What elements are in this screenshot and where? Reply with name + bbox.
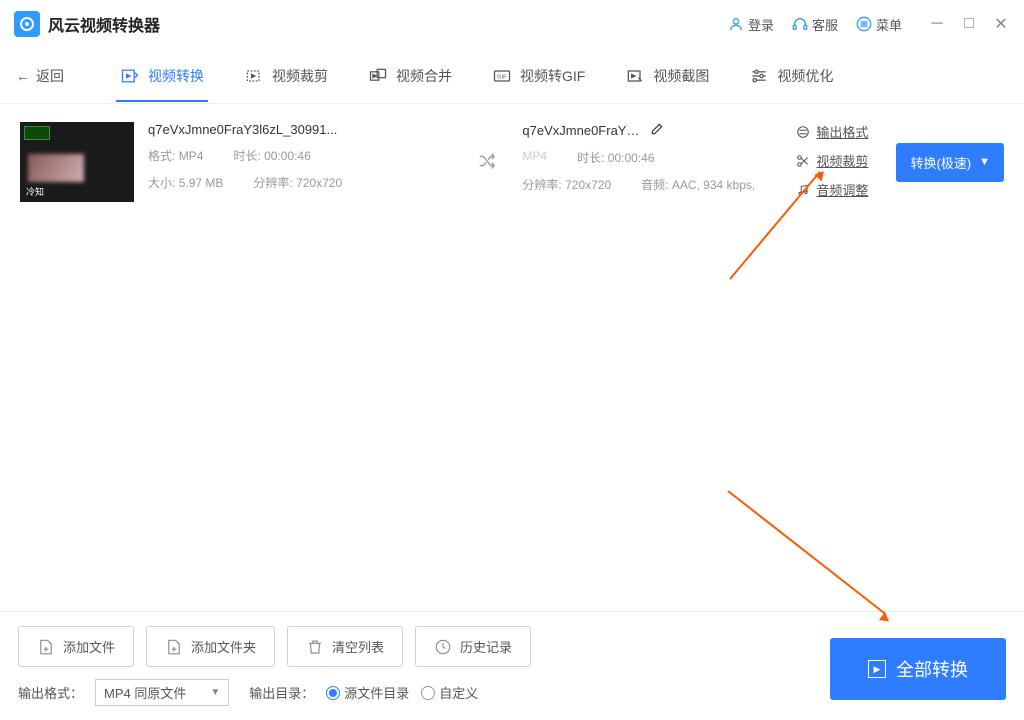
titlebar-right: 登录 客服 菜单 ─ □ ✕	[728, 15, 1010, 34]
titlebar-left: 风云视频转换器	[14, 11, 160, 37]
app-title: 风云视频转换器	[48, 12, 160, 36]
menu-label: 菜单	[876, 15, 902, 34]
output-dir-label: 输出目录：	[249, 683, 314, 702]
back-button[interactable]: ← 返回	[16, 66, 64, 86]
file-item-row: 冷知 q7eVxJmne0FraY3l6zL_30991... 格式: MP4 …	[0, 104, 1024, 220]
edit-name-button[interactable]	[650, 122, 664, 139]
output-format-link[interactable]: 输出格式	[796, 122, 868, 141]
login-label: 登录	[748, 15, 774, 34]
window-controls: ─ □ ✕	[928, 15, 1010, 33]
add-folder-button[interactable]: 添加文件夹	[146, 626, 275, 667]
tab-label: 视频转GIF	[520, 66, 585, 86]
tab-label: 视频转换	[148, 66, 204, 86]
merge-icon	[368, 66, 388, 86]
radio-icon	[421, 686, 435, 700]
tab-video-optimize[interactable]: 视频优化	[745, 50, 837, 102]
tab-label: 视频截图	[653, 66, 709, 86]
tab-label: 视频裁剪	[272, 66, 328, 86]
convert-item-button[interactable]: 转换(极速) ▼	[896, 143, 1004, 182]
menu-button[interactable]: 菜单	[856, 15, 902, 34]
file-meta-row1: 格式: MP4 时长: 00:00:46	[148, 147, 452, 164]
video-thumbnail[interactable]: 冷知	[20, 122, 134, 202]
file-add-icon	[37, 638, 55, 656]
tab-video-convert[interactable]: 视频转换	[116, 50, 208, 102]
screenshot-icon	[625, 66, 645, 86]
radio-source-dir[interactable]: 源文件目录	[326, 683, 409, 702]
svg-text:GIF: GIF	[497, 74, 507, 80]
file-name: q7eVxJmne0FraY3l6zL_30991...	[148, 122, 358, 137]
titlebar: 风云视频转换器 登录 客服 菜单 ─ □ ✕	[0, 0, 1024, 48]
output-filename: q7eVxJmne0FraY3l...	[522, 123, 642, 138]
tab-label: 视频合并	[396, 66, 452, 86]
tab-label: 视频优化	[777, 66, 833, 86]
clear-list-button[interactable]: 清空列表	[287, 626, 403, 667]
chevron-down-icon: ▼	[210, 687, 220, 698]
login-button[interactable]: 登录	[728, 15, 774, 34]
tab-bar: ← 返回 视频转换 视频裁剪 视频合并 GIF 视频转GIF 视频截图 视频优化	[0, 48, 1024, 104]
back-label: 返回	[36, 66, 64, 86]
clock-icon	[434, 638, 452, 656]
add-file-button[interactable]: 添加文件	[18, 626, 134, 667]
history-button[interactable]: 历史记录	[415, 626, 531, 667]
video-crop-link[interactable]: 视频裁剪	[796, 151, 868, 170]
headset-icon	[792, 16, 808, 32]
output-name-row: q7eVxJmne0FraY3l...	[522, 122, 782, 139]
crop-icon	[244, 66, 264, 86]
tab-video-gif[interactable]: GIF 视频转GIF	[488, 50, 589, 102]
output-meta-row1: MP4 时长: 00:00:46	[522, 149, 782, 166]
close-button[interactable]: ✕	[992, 15, 1010, 33]
convert-all-button[interactable]: ▶ 全部转换	[830, 638, 1006, 700]
output-meta-row2: 分辨率: 720x720 音频: AAC, 934 kbps,	[522, 176, 782, 193]
output-format-select[interactable]: MP4 同原文件 ▼	[95, 679, 229, 706]
play-convert-icon	[120, 66, 140, 86]
tab-video-crop[interactable]: 视频裁剪	[240, 50, 332, 102]
support-button[interactable]: 客服	[792, 15, 838, 34]
tab-video-merge[interactable]: 视频合并	[364, 50, 456, 102]
play-frame-icon: ▶	[868, 660, 886, 678]
output-info: q7eVxJmne0FraY3l... MP4 时长: 00:00:46 分辨率…	[522, 122, 782, 193]
output-format-label: 输出格式：	[18, 683, 83, 702]
audio-adjust-link[interactable]: 音频调整	[796, 180, 868, 199]
chevron-down-icon: ▼	[979, 156, 990, 168]
file-meta-row2: 大小: 5.97 MB 分辨率: 720x720	[148, 174, 452, 191]
radio-custom-dir[interactable]: 自定义	[421, 683, 478, 702]
app-logo-icon	[14, 11, 40, 37]
folder-add-icon	[165, 638, 183, 656]
file-info: q7eVxJmne0FraY3l6zL_30991... 格式: MP4 时长:…	[148, 122, 452, 191]
annotation-arrow-2	[727, 490, 886, 615]
minimize-button[interactable]: ─	[928, 15, 946, 33]
sliders-icon	[749, 66, 769, 86]
arrow-left-icon: ←	[16, 68, 30, 84]
tab-video-screenshot[interactable]: 视频截图	[621, 50, 713, 102]
shuffle-icon[interactable]	[476, 150, 498, 175]
trash-icon	[306, 638, 324, 656]
gif-icon: GIF	[492, 66, 512, 86]
radio-icon	[326, 686, 340, 700]
support-label: 客服	[812, 15, 838, 34]
maximize-button[interactable]: □	[960, 15, 978, 33]
user-icon	[728, 16, 744, 32]
menu-icon	[856, 16, 872, 32]
